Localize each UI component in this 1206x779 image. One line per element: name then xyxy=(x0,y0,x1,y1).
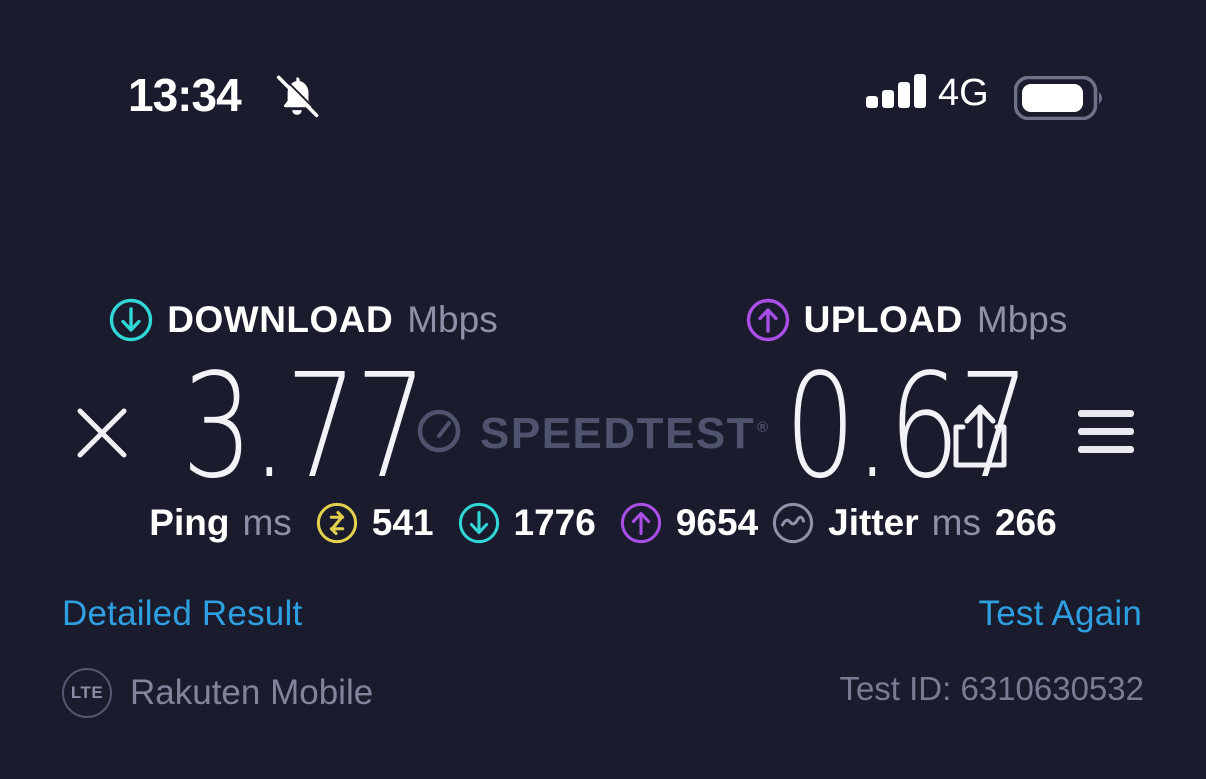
upload-result: UPLOAD Mbps 0.67 xyxy=(607,296,1206,498)
jitter-metric: Jitter ms 266 xyxy=(772,502,1057,544)
bell-muted-icon xyxy=(272,72,322,127)
upload-label: UPLOAD xyxy=(803,299,963,340)
ping-download-metric: 1776 xyxy=(458,502,596,544)
carrier-name: Rakuten Mobile xyxy=(130,673,374,712)
sub-metrics-row: Ping ms 541 1776 9654 Jitter ms 266 xyxy=(0,502,1206,544)
footer: LTE Rakuten Mobile Test ID: 6310630532 xyxy=(0,668,1206,722)
ping-value: 541 xyxy=(371,502,434,543)
download-arrow-icon xyxy=(458,502,500,544)
upload-header: UPLOAD Mbps xyxy=(607,296,1206,344)
jitter-unit: ms xyxy=(931,502,981,543)
speedtest-result-screen: 13:34 4G SPEEDTEST ® DOWNLOAD Mbps 3.77 … xyxy=(0,0,1206,779)
ping-metric: Ping ms 541 xyxy=(149,502,434,544)
ping-unit: ms xyxy=(242,502,292,543)
upload-arrow-icon xyxy=(620,502,662,544)
carrier-info: LTE Rakuten Mobile xyxy=(62,668,373,718)
jitter-label: Jitter xyxy=(828,502,919,543)
status-bar-clock: 13:34 xyxy=(128,69,242,121)
status-bar: 13:34 4G xyxy=(0,0,1206,155)
test-id-label: Test ID: 6310630532 xyxy=(839,670,1144,707)
ping-upload-value: 9654 xyxy=(675,502,759,543)
detailed-result-link[interactable]: Detailed Result xyxy=(62,594,302,634)
upload-unit: Mbps xyxy=(976,299,1068,340)
ping-download-value: 1776 xyxy=(513,502,596,543)
signal-bars-icon xyxy=(866,74,926,108)
download-label: DOWNLOAD xyxy=(167,299,394,340)
upload-value: 0.67 xyxy=(784,342,1030,510)
download-value: 3.77 xyxy=(181,342,427,510)
lte-badge: LTE xyxy=(62,668,112,718)
battery-icon xyxy=(1013,75,1106,125)
jitter-wave-icon xyxy=(772,502,814,544)
download-unit: Mbps xyxy=(407,299,498,340)
app-header: SPEEDTEST ® xyxy=(0,196,1206,468)
latency-icon xyxy=(316,502,358,544)
upload-arrow-icon xyxy=(746,298,790,342)
network-type-label: 4G xyxy=(938,72,989,114)
test-again-button[interactable]: Test Again xyxy=(979,594,1143,634)
actions-row: Detailed Result Test Again xyxy=(0,594,1206,648)
download-header: DOWNLOAD Mbps xyxy=(0,296,607,344)
ping-upload-metric: 9654 xyxy=(620,502,758,544)
download-result: DOWNLOAD Mbps 3.77 xyxy=(0,296,607,498)
jitter-value: 266 xyxy=(994,502,1057,543)
download-arrow-icon xyxy=(109,298,153,342)
ping-label: Ping xyxy=(149,502,230,543)
